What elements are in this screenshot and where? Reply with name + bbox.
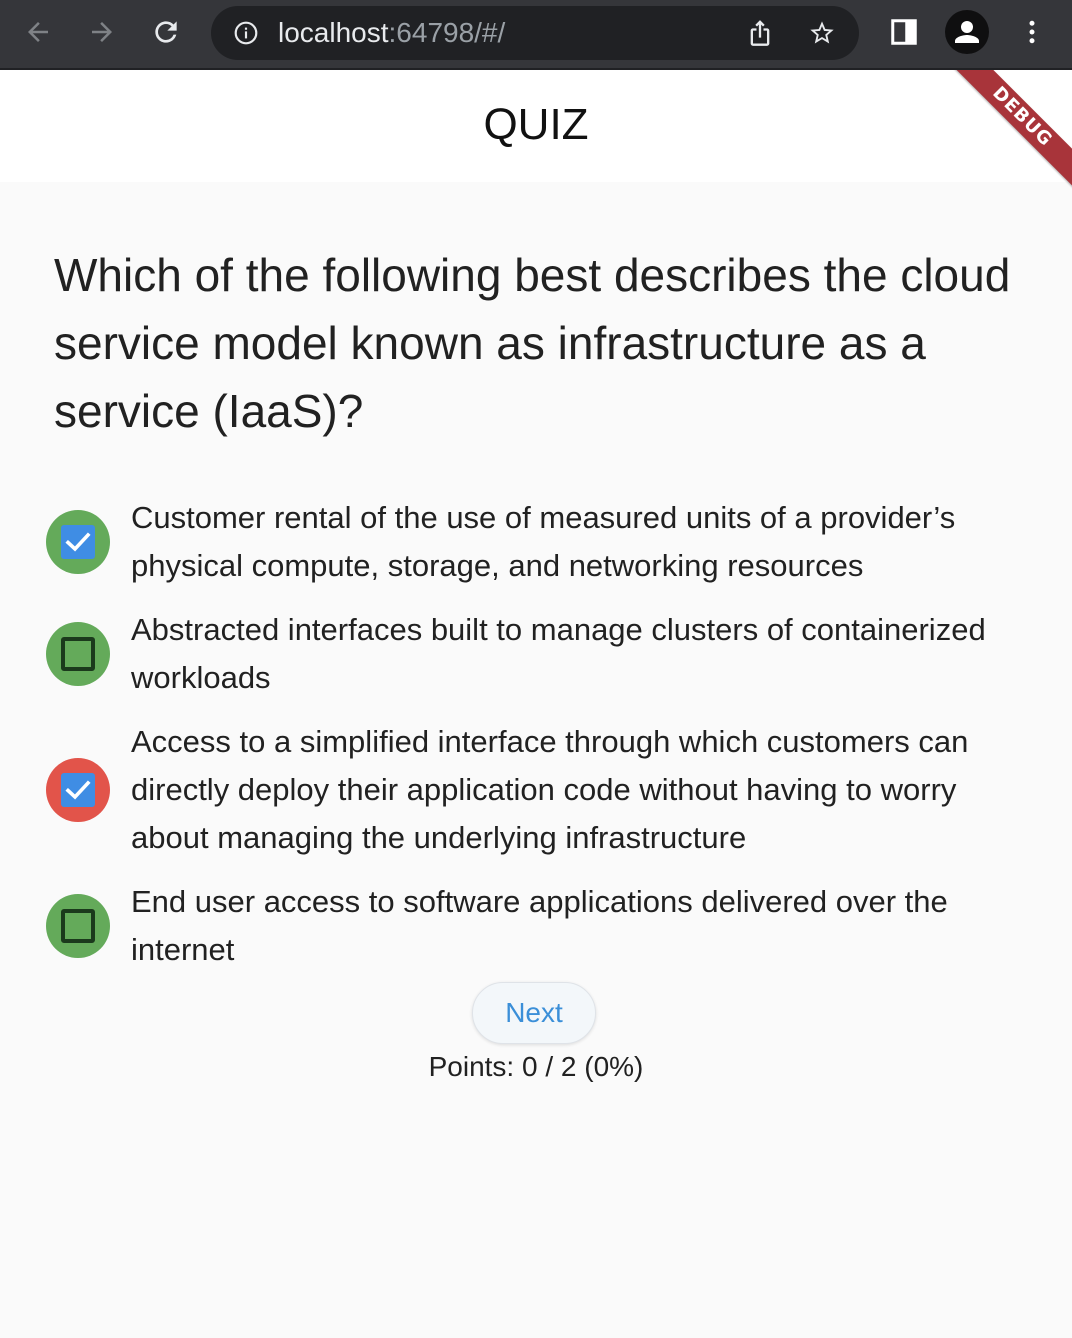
points-text: Points: 0 / 2 (0%) — [428, 1051, 644, 1082]
option-4[interactable]: End user access to software applications… — [46, 878, 1046, 978]
option-status-indicator — [46, 510, 110, 574]
option-label: End user access to software applications… — [131, 884, 948, 967]
option-status-indicator — [46, 894, 110, 958]
url-text[interactable]: localhost:64798/#/ — [278, 18, 505, 48]
url-host: localhost — [278, 17, 389, 48]
option-label: Abstracted interfaces built to manage cl… — [131, 612, 986, 695]
option-checkbox[interactable] — [61, 909, 95, 943]
forward-arrow-icon — [92, 22, 112, 42]
profile-icon — [945, 10, 989, 54]
page-title: QUIZ — [483, 100, 589, 149]
menu-button[interactable] — [1010, 10, 1054, 54]
back-button[interactable] — [16, 10, 60, 54]
info-icon[interactable] — [233, 20, 259, 46]
browser-toolbar: localhost:64798/#/ — [0, 0, 1072, 68]
url-path: :64798/#/ — [388, 17, 506, 48]
option-2[interactable]: Abstracted interfaces built to manage cl… — [46, 606, 1046, 706]
question-text: Which of the following best describes th… — [54, 249, 1011, 437]
option-checkbox[interactable] — [61, 773, 95, 807]
back-arrow-icon — [28, 22, 48, 42]
reload-button[interactable] — [144, 10, 188, 54]
side-panel-button[interactable] — [882, 10, 926, 54]
checkmark-icon — [65, 532, 91, 552]
reload-icon — [155, 21, 177, 43]
share-icon[interactable] — [746, 19, 774, 47]
option-label: Access to a simplified interface through… — [131, 724, 969, 855]
option-status-indicator — [46, 758, 110, 822]
option-checkbox[interactable] — [61, 637, 95, 671]
next-button[interactable]: Next — [472, 982, 596, 1044]
app-bar: QUIZ — [0, 70, 1072, 182]
address-bar[interactable]: localhost:64798/#/ — [211, 6, 859, 60]
profile-button[interactable] — [945, 10, 989, 54]
checkmark-icon — [65, 780, 91, 800]
option-3[interactable]: Access to a simplified interface through… — [46, 718, 1046, 868]
option-checkbox[interactable] — [61, 525, 95, 559]
more-vert-icon — [1029, 20, 1035, 44]
option-label: Customer rental of the use of measured u… — [131, 500, 956, 583]
option-status-indicator — [46, 622, 110, 686]
side-panel-icon — [891, 19, 917, 45]
forward-button[interactable] — [80, 10, 124, 54]
option-1[interactable]: Customer rental of the use of measured u… — [46, 494, 1046, 594]
star-icon[interactable] — [808, 19, 836, 47]
